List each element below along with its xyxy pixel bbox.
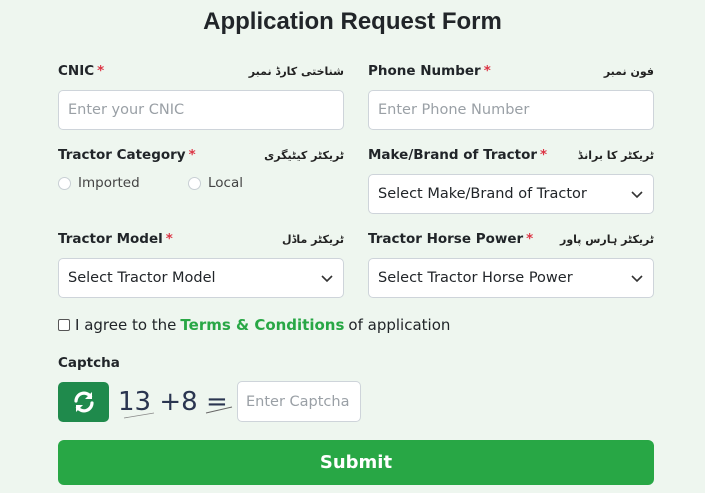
horse-power-group: Tractor Horse Power * ٹریکٹر ہارس پاور Se…: [368, 229, 654, 298]
model-select-value: Select Tractor Model: [68, 270, 216, 286]
cnic-input[interactable]: [58, 90, 344, 130]
brand-urdu-label: ٹریکٹر کا برانڈ: [577, 148, 654, 162]
phone-label: Phone Number *: [368, 63, 491, 79]
model-urdu-label: ٹریکٹر ماڈل: [281, 232, 344, 246]
model-group: Tractor Model * ٹریکٹر ماڈل Select Tracto…: [58, 229, 344, 298]
radio-imported-circle[interactable]: [58, 176, 71, 190]
submit-button[interactable]: Submit: [58, 440, 654, 485]
model-label: Tractor Model *: [58, 231, 173, 247]
terms-suffix: of application: [348, 316, 451, 334]
terms-checkbox[interactable]: [58, 319, 70, 331]
model-select[interactable]: Select Tractor Model: [58, 258, 344, 298]
captcha-image: 13 +8 =: [118, 387, 233, 419]
brand-group: Make/Brand of Tractor * ٹریکٹر کا برانڈ S…: [368, 145, 654, 214]
terms-link[interactable]: Terms & Conditions: [180, 316, 344, 334]
radio-imported[interactable]: Imported: [58, 175, 188, 191]
cnic-label: CNIC *: [58, 63, 105, 79]
horse-power-label: Tractor Horse Power *: [368, 231, 534, 247]
radio-imported-label: Imported: [78, 175, 140, 191]
category-group: Tractor Category * ٹریکٹر کیٹیگری Importe…: [58, 145, 344, 191]
terms-row: I agree to the Terms & Conditions of app…: [58, 316, 450, 334]
brand-select[interactable]: Select Make/Brand of Tractor: [368, 174, 654, 214]
captcha-input[interactable]: [237, 381, 361, 422]
captcha-label: Captcha: [58, 355, 120, 371]
horse-power-urdu-label: ٹریکٹر ہارس پاور: [559, 232, 654, 246]
chevron-down-icon: [321, 275, 333, 283]
refresh-icon: [73, 391, 94, 413]
brand-select-value: Select Make/Brand of Tractor: [378, 186, 587, 202]
page-title: Application Request Form: [203, 8, 502, 35]
brand-label: Make/Brand of Tractor *: [368, 147, 548, 163]
chevron-down-icon: [631, 275, 643, 283]
radio-local-circle[interactable]: [188, 176, 201, 190]
phone-urdu-label: فون نمبر: [603, 64, 654, 78]
phone-input[interactable]: [368, 90, 654, 130]
chevron-down-icon: [631, 191, 643, 199]
category-label: Tractor Category *: [58, 147, 196, 163]
horse-power-select-value: Select Tractor Horse Power: [378, 270, 573, 286]
cnic-urdu-label: شناختی کارڈ نمبر: [248, 64, 344, 78]
captcha-refresh-button[interactable]: [58, 382, 109, 422]
terms-prefix: I agree to the: [75, 316, 177, 334]
radio-local[interactable]: Local: [188, 175, 243, 191]
category-urdu-label: ٹریکٹر کیٹیگری: [264, 148, 344, 162]
cnic-group: CNIC * شناختی کارڈ نمبر: [58, 61, 344, 130]
phone-group: Phone Number * فون نمبر: [368, 61, 654, 130]
captcha-text: 13 +8 =: [118, 387, 228, 417]
radio-local-label: Local: [208, 175, 243, 191]
horse-power-select[interactable]: Select Tractor Horse Power: [368, 258, 654, 298]
